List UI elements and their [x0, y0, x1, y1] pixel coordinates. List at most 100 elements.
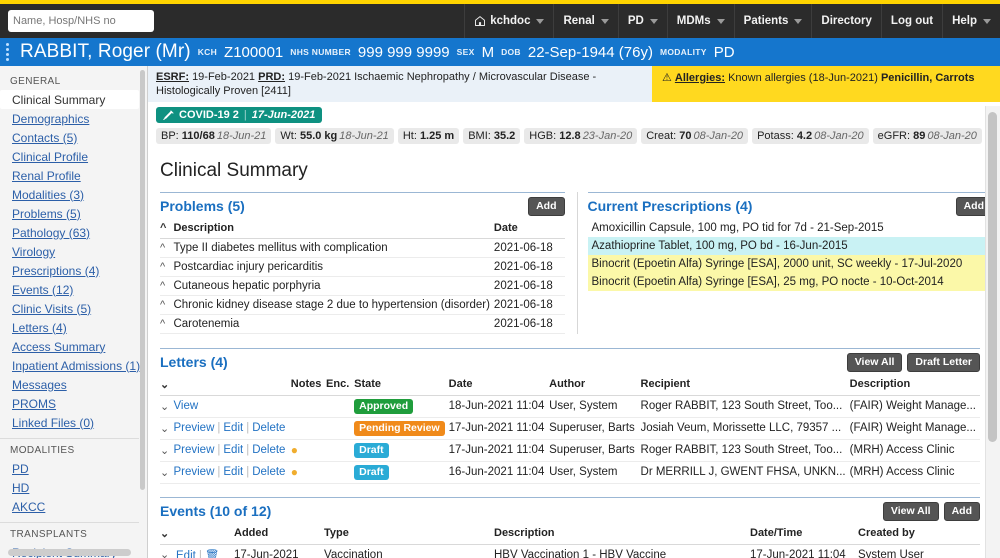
trash-icon[interactable]: 🗑: [205, 550, 220, 558]
sidebar-item-hd[interactable]: HD: [0, 478, 147, 497]
table-row[interactable]: ⌄ Edit | 🗑 17-Jun-2021 Vaccination HBV Vac…: [160, 544, 980, 558]
problems-col-description[interactable]: Description: [173, 218, 494, 239]
row-expand-icon[interactable]: ⌄: [160, 439, 174, 462]
nav-item-directory[interactable]: Directory: [811, 4, 881, 38]
table-row[interactable]: ⌄ Preview | Edit | Delete ● Draft 17-Jun-202…: [160, 439, 980, 462]
sidebar-item-pd[interactable]: PD: [0, 459, 147, 478]
sidebar-item-prescriptions[interactable]: Prescriptions (4): [0, 261, 147, 280]
events-col-description[interactable]: Description: [494, 523, 750, 545]
patient-menu-grip-icon[interactable]: [4, 43, 13, 61]
row-collapse-icon[interactable]: ^: [160, 314, 174, 334]
letters-col-recipient[interactable]: Recipient: [640, 374, 850, 396]
prescription-row[interactable]: Binocrit (Epoetin Alfa) Syringe [ESA], 2…: [587, 272, 992, 291]
table-row[interactable]: ^ Type II diabetes mellitus with complic…: [160, 238, 565, 258]
row-expand-icon[interactable]: ⌄: [160, 395, 174, 418]
events-col-datetime[interactable]: Date/Time: [750, 523, 858, 545]
letter-preview-link[interactable]: Preview: [173, 422, 214, 434]
events-view-all-button[interactable]: View All: [882, 501, 939, 521]
letters-view-all-button[interactable]: View All: [846, 352, 903, 372]
sidebar-horizontal-scrollbar[interactable]: [8, 549, 131, 556]
sidebar-item-access-summary[interactable]: Access Summary: [0, 337, 147, 356]
table-row[interactable]: ⌄ Preview | Edit | Delete Pending Review 17-…: [160, 417, 980, 440]
nav-item-mdms[interactable]: MDMs: [666, 4, 734, 38]
sidebar-item-renal-profile[interactable]: Renal Profile: [0, 166, 147, 185]
letters-col-date[interactable]: Date: [448, 374, 550, 396]
nav-item-patients[interactable]: Patients: [733, 4, 812, 38]
row-collapse-icon[interactable]: ^: [160, 295, 174, 315]
sidebar-item-akcc[interactable]: AKCC: [0, 497, 147, 516]
letters-col-notes[interactable]: Notes: [290, 374, 327, 396]
event-edit-link[interactable]: Edit: [176, 550, 196, 558]
sidebar-item-contacts[interactable]: Contacts (5): [0, 128, 147, 147]
sidebar-item-demographics[interactable]: Demographics: [0, 109, 147, 128]
sidebar-item-linked-files[interactable]: Linked Files (0): [0, 413, 147, 432]
sidebar-item-letters[interactable]: Letters (4): [0, 318, 147, 337]
sidebar-item-virology[interactable]: Virology: [0, 242, 147, 261]
sidebar-item-clinical-profile[interactable]: Clinical Profile: [0, 147, 147, 166]
content-scrollbar-thumb[interactable]: [988, 112, 997, 442]
letters-expand-all-header[interactable]: ⌄: [160, 374, 174, 396]
letter-edit-link[interactable]: Edit: [223, 444, 243, 456]
chevrons-down-icon[interactable]: ⌄: [160, 379, 169, 391]
row-collapse-icon[interactable]: ^: [160, 276, 174, 296]
letter-edit-link[interactable]: Edit: [223, 466, 243, 478]
nav-item-help[interactable]: Help: [942, 4, 1000, 38]
events-expand-all-header[interactable]: ⌄: [160, 523, 176, 545]
sidebar-vertical-scrollbar[interactable]: [140, 70, 145, 490]
sidebar-item-messages[interactable]: Messages: [0, 375, 147, 394]
search-input[interactable]: [8, 10, 154, 32]
letter-preview-link[interactable]: Preview: [173, 444, 214, 456]
letters-col-state[interactable]: State: [354, 374, 449, 396]
sidebar-item-clinical-summary[interactable]: Clinical Summary: [0, 90, 139, 109]
nav-item-kchdoc[interactable]: kchdoc: [464, 4, 553, 38]
letter-delete-link[interactable]: Delete: [252, 466, 285, 478]
problems-add-button[interactable]: Add: [528, 196, 565, 216]
events-col-type[interactable]: Type: [324, 523, 494, 545]
table-row[interactable]: ^ Chronic kidney disease stage 2 due to …: [160, 295, 565, 315]
table-row[interactable]: ⌄ View Approved 18-Jun-2021 11:04 User, …: [160, 395, 980, 418]
letter-delete-link[interactable]: Delete: [252, 444, 285, 456]
events-col-added[interactable]: Added: [234, 523, 324, 545]
table-row[interactable]: ^ Carotenemia 2021-06-18: [160, 314, 565, 334]
sidebar-item-pathology[interactable]: Pathology (63): [0, 223, 147, 242]
nav-item-pd[interactable]: PD: [617, 4, 667, 38]
note-icon[interactable]: ●: [291, 443, 298, 457]
letters-col-description[interactable]: Description: [849, 374, 980, 396]
letters-col-author[interactable]: Author: [549, 374, 641, 396]
table-row[interactable]: ^ Cutaneous hepatic porphyria 2021-06-18: [160, 276, 565, 296]
row-expand-icon[interactable]: ⌄: [160, 417, 174, 440]
letter-delete-link[interactable]: Delete: [252, 422, 285, 434]
sidebar-item-inpatient-admissions[interactable]: Inpatient Admissions (1): [0, 356, 147, 375]
row-collapse-icon[interactable]: ^: [160, 238, 174, 258]
chevrons-up-icon[interactable]: ^: [160, 222, 166, 234]
row-collapse-icon[interactable]: ^: [160, 257, 174, 277]
sidebar-item-clinic-visits[interactable]: Clinic Visits (5): [0, 299, 147, 318]
table-row[interactable]: ^ Postcardiac injury pericarditis 2021-0…: [160, 257, 565, 277]
problems-panel: Problems (5) Add ^ Description Date ^ Ty…: [160, 191, 577, 334]
prescription-row[interactable]: Binocrit (Epoetin Alfa) Syringe [ESA], 2…: [587, 254, 992, 273]
letter-preview-link[interactable]: Preview: [173, 466, 214, 478]
note-icon[interactable]: ●: [291, 465, 298, 479]
table-row[interactable]: ⌄ Preview | Edit | Delete ● Draft 16-Jun-202…: [160, 461, 980, 484]
sidebar-item-modalities[interactable]: Modalities (3): [0, 185, 147, 204]
prescription-row[interactable]: Azathioprine Tablet, 100 mg, PO bd - 16-…: [587, 236, 992, 255]
search-box[interactable]: [8, 10, 154, 32]
sidebar-item-proms[interactable]: PROMS: [0, 394, 147, 413]
prescription-row[interactable]: Amoxicillin Capsule, 100 mg, PO tid for …: [587, 218, 992, 237]
covid-vaccination-badge[interactable]: COVID-19 2 | 17-Jun-2021: [156, 107, 323, 123]
row-expand-icon[interactable]: ⌄: [160, 461, 174, 484]
nav-item-renal[interactable]: Renal: [553, 4, 617, 38]
problems-col-date[interactable]: Date: [493, 218, 565, 239]
sidebar-item-events[interactable]: Events (12): [0, 280, 147, 299]
nav-item-logout[interactable]: Log out: [880, 4, 942, 38]
problems-expand-all-header[interactable]: ^: [160, 218, 174, 239]
sidebar-item-problems[interactable]: Problems (5): [0, 204, 147, 223]
letter-edit-link[interactable]: Edit: [223, 422, 243, 434]
chevrons-down-icon[interactable]: ⌄: [160, 528, 169, 540]
row-expand-icon[interactable]: ⌄: [160, 544, 176, 558]
letters-col-enc[interactable]: Enc.: [326, 374, 355, 396]
events-col-created-by[interactable]: Created by: [858, 523, 980, 545]
letters-draft-button[interactable]: Draft Letter: [907, 352, 980, 372]
events-add-button[interactable]: Add: [943, 501, 980, 521]
letter-view-link[interactable]: View: [173, 400, 198, 412]
